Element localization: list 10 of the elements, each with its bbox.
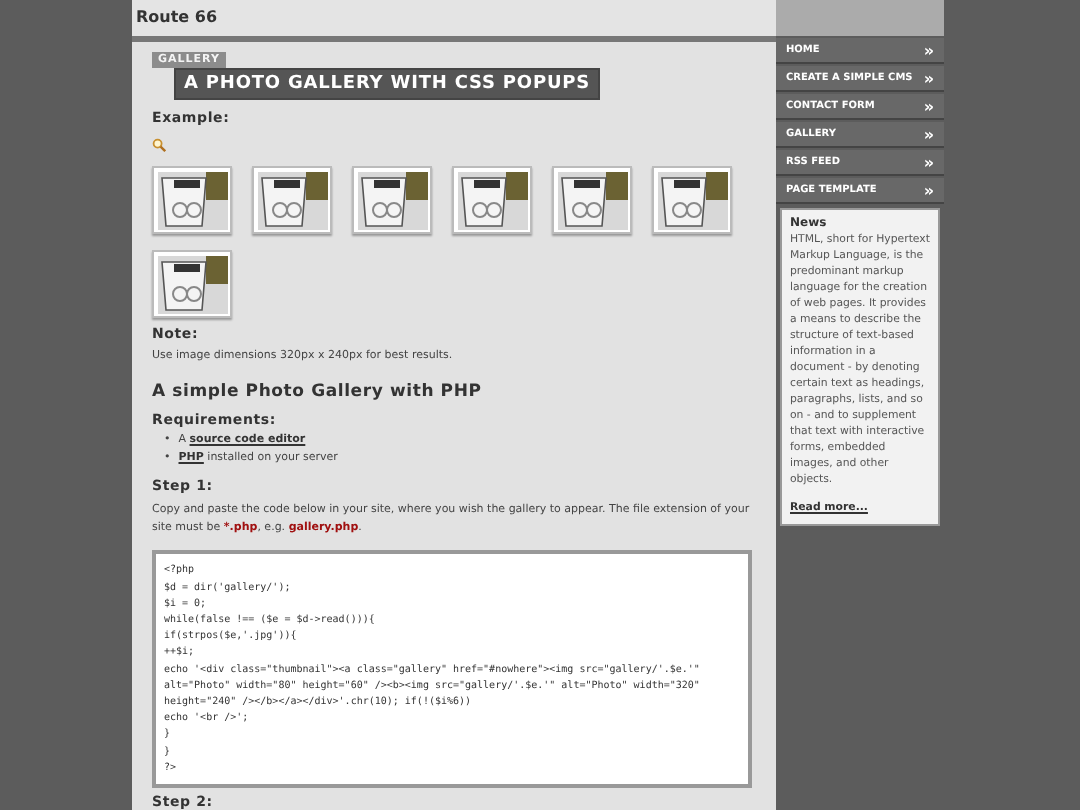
photo-thumbnail[interactable] [452,166,532,235]
magnifier-icon [152,138,166,153]
photo-thumbnail[interactable] [152,166,232,235]
photo-thumbnail[interactable] [652,166,732,235]
photo-thumbnail[interactable] [552,166,632,235]
photo-thumbnail[interactable] [352,166,432,235]
section-heading: A simple Photo Gallery with PHP [152,382,482,403]
article-title: A PHOTO GALLERY WITH CSS POPUPS [174,68,601,101]
photo-thumbnail[interactable] [252,166,332,235]
photo-thumbnail[interactable] [152,250,232,319]
